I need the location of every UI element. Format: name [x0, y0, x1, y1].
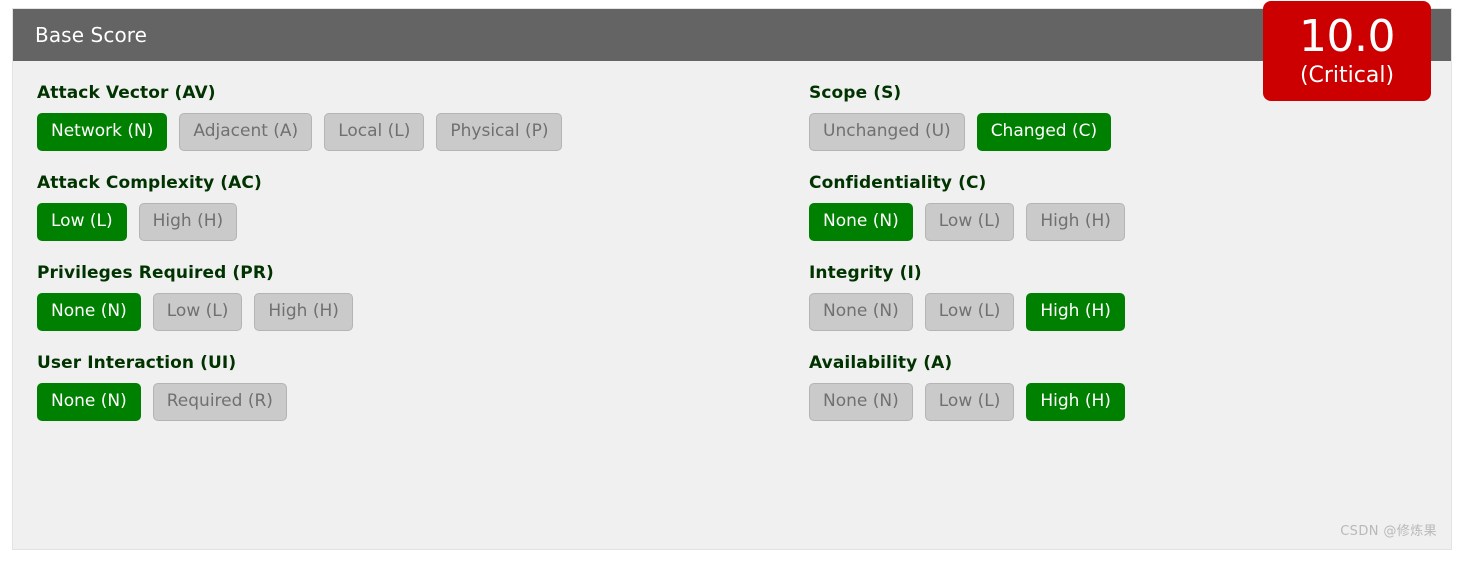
- right-metric-column: Scope (S) Unchanged (U) Changed (C) Confide…: [809, 83, 1449, 443]
- metric-option-button[interactable]: Required (R): [152, 383, 287, 421]
- metric-option-button[interactable]: None (N): [809, 293, 913, 331]
- metric-group: Privileges Required (PR) None (N) Low (L) H…: [37, 263, 809, 331]
- metric-option-button[interactable]: Changed (C): [976, 113, 1112, 151]
- metric-option-button[interactable]: High (H): [254, 293, 353, 331]
- metric-option-button[interactable]: Low (L): [924, 203, 1015, 241]
- base-score-panel: Base Score 10.0 (Critical) Attack Vector…: [12, 1, 1452, 550]
- metric-option-list: Network (N) Adjacent (A) Local (L) Physical…: [37, 113, 809, 151]
- metric-option-button[interactable]: Physical (P): [436, 113, 563, 151]
- watermark: CSDN @修炼果: [1340, 524, 1437, 539]
- metric-group: User Interaction (UI) None (N) Required (R…: [37, 353, 809, 421]
- metric-option-button[interactable]: High (H): [1026, 383, 1125, 421]
- metric-label: Confidentiality (C): [809, 173, 987, 193]
- metric-option-list: None (N) Low (L) High (H): [809, 293, 1449, 331]
- metric-option-button[interactable]: Local (L): [324, 113, 425, 151]
- metric-label: Attack Complexity (AC): [37, 173, 262, 193]
- metric-option-button[interactable]: Low (L): [152, 293, 243, 331]
- metric-option-button[interactable]: Low (L): [924, 293, 1015, 331]
- metric-group: Availability (A) None (N) Low (L) High (H): [809, 353, 1449, 421]
- metric-option-list: Unchanged (U) Changed (C): [809, 113, 1449, 151]
- metric-group: Confidentiality (C) None (N) Low (L) High (…: [809, 173, 1449, 241]
- metric-option-list: Low (L) High (H): [37, 203, 809, 241]
- metric-option-button[interactable]: High (H): [138, 203, 238, 241]
- metric-option-button[interactable]: None (N): [37, 383, 141, 421]
- metric-label: Availability (A): [809, 353, 953, 373]
- metric-group: Integrity (I) None (N) Low (L) High (H): [809, 263, 1449, 331]
- page-title: Base Score: [35, 23, 148, 47]
- left-metric-column: Attack Vector (AV) Network (N) Adjacent (A…: [37, 83, 809, 443]
- metric-group: Attack Complexity (AC) Low (L) High (H): [37, 173, 809, 241]
- metric-label: Attack Vector (AV): [37, 83, 216, 103]
- panel-body: Attack Vector (AV) Network (N) Adjacent (A…: [13, 61, 1451, 549]
- metric-option-button[interactable]: Low (L): [37, 203, 127, 241]
- metric-group: Attack Vector (AV) Network (N) Adjacent (A…: [37, 83, 809, 151]
- metric-label: Integrity (I): [809, 263, 922, 283]
- metric-option-button[interactable]: None (N): [809, 203, 913, 241]
- metric-columns: Attack Vector (AV) Network (N) Adjacent (A…: [37, 83, 1427, 443]
- metric-option-list: None (N) Low (L) High (H): [809, 383, 1449, 421]
- metric-option-button[interactable]: None (N): [37, 293, 141, 331]
- metric-option-button[interactable]: Adjacent (A): [179, 113, 313, 151]
- panel-header: Base Score: [13, 9, 1451, 61]
- metric-label: Privileges Required (PR): [37, 263, 274, 283]
- metric-label: User Interaction (UI): [37, 353, 237, 373]
- metric-option-button[interactable]: Network (N): [37, 113, 168, 151]
- metric-option-button[interactable]: High (H): [1026, 203, 1125, 241]
- metric-option-button[interactable]: High (H): [1026, 293, 1125, 331]
- metric-option-button[interactable]: Low (L): [924, 383, 1015, 421]
- metric-option-list: None (N) Low (L) High (H): [809, 203, 1449, 241]
- metric-option-list: None (N) Low (L) High (H): [37, 293, 809, 331]
- score-value: 10.0: [1299, 11, 1395, 62]
- metric-option-button[interactable]: None (N): [809, 383, 913, 421]
- metric-label: Scope (S): [809, 83, 902, 103]
- metric-group: Scope (S) Unchanged (U) Changed (C): [809, 83, 1449, 151]
- metric-option-list: None (N) Required (R): [37, 383, 809, 421]
- metric-option-button[interactable]: Unchanged (U): [809, 113, 965, 151]
